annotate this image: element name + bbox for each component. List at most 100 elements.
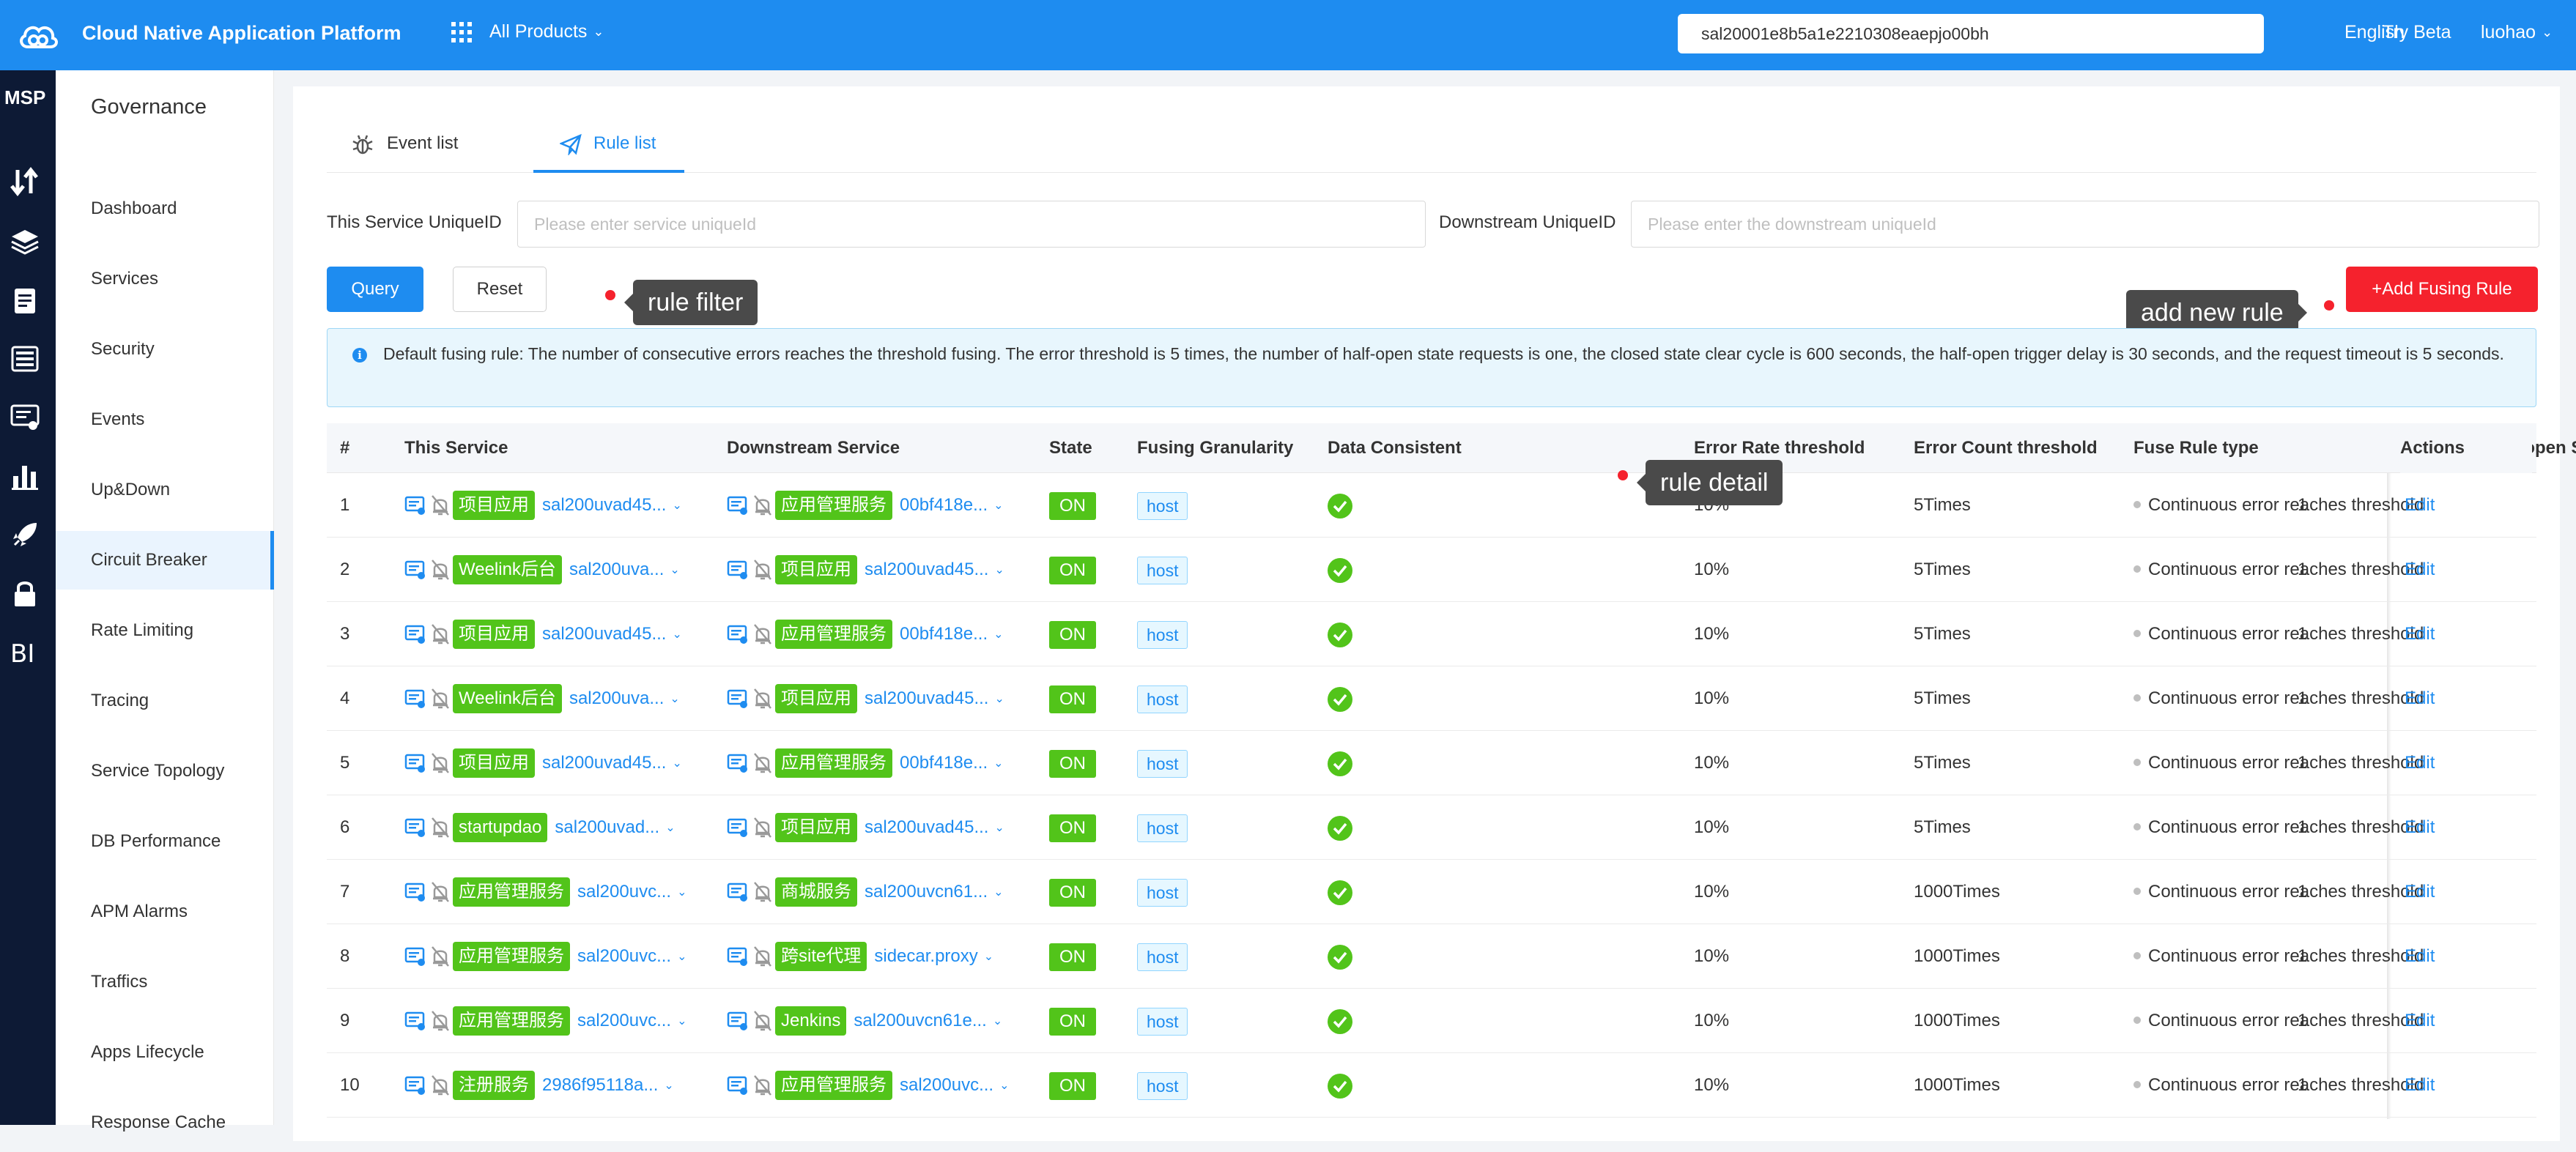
chevron-down-icon[interactable]: ⌄ bbox=[672, 498, 681, 513]
downstream-id-link[interactable]: 00bf418e... bbox=[900, 753, 988, 773]
chevron-down-icon[interactable]: ⌄ bbox=[993, 756, 1003, 770]
service-id-link[interactable]: sal200uvad... bbox=[555, 817, 659, 838]
service-monitor-icon[interactable] bbox=[727, 752, 749, 774]
grid-menu-icon[interactable] bbox=[451, 22, 472, 42]
upload-download-icon[interactable] bbox=[9, 166, 41, 198]
alarm-off-icon[interactable] bbox=[753, 688, 772, 710]
downstream-service-cell[interactable]: 商城服务 sal200uvcn61... ⌄ bbox=[727, 876, 1004, 908]
service-monitor-icon[interactable] bbox=[727, 494, 749, 516]
chevron-down-icon[interactable]: ⌄ bbox=[993, 498, 1003, 513]
service-monitor-icon[interactable] bbox=[727, 881, 749, 903]
downstream-id-link[interactable]: sal200uvad45... bbox=[865, 688, 988, 709]
service-monitor-icon[interactable] bbox=[727, 559, 749, 581]
service-id-link[interactable]: sal200uvad45... bbox=[542, 753, 666, 773]
add-fusing-rule-button[interactable]: +Add Fusing Rule bbox=[2346, 267, 2538, 312]
downstream-id-link[interactable]: sal200uvc... bbox=[900, 1075, 993, 1096]
sidebar-item-up-down[interactable]: Up&Down bbox=[56, 461, 274, 519]
downstream-service-cell[interactable]: 项目应用 sal200uvad45... ⌄ bbox=[727, 811, 1004, 844]
alarm-off-icon[interactable] bbox=[753, 494, 772, 516]
chevron-down-icon[interactable]: ⌄ bbox=[670, 691, 679, 706]
try-beta-link[interactable]: Try Beta bbox=[2383, 22, 2451, 43]
edit-link[interactable]: Edit bbox=[2405, 602, 2435, 666]
service-uniqueid-input[interactable]: Please enter service uniqueId bbox=[517, 201, 1426, 248]
downstream-id-link[interactable]: sal200uvcn61e... bbox=[854, 1011, 986, 1031]
downstream-id-link[interactable]: sidecar.proxy bbox=[874, 946, 977, 967]
chevron-down-icon[interactable]: ⌄ bbox=[677, 949, 686, 964]
cloud-logo-icon[interactable] bbox=[16, 16, 60, 54]
alarm-off-icon[interactable] bbox=[753, 1010, 772, 1032]
service-id-link[interactable]: sal200uva... bbox=[569, 560, 664, 580]
sidebar-item-circuit-breaker[interactable]: Circuit Breaker bbox=[56, 531, 274, 590]
clipboard-icon[interactable] bbox=[9, 284, 41, 316]
edit-link[interactable]: Edit bbox=[2405, 538, 2435, 602]
this-service-cell[interactable]: startupdao sal200uvad... ⌄ bbox=[404, 811, 676, 844]
chevron-down-icon[interactable]: ⌄ bbox=[672, 627, 681, 642]
edit-link[interactable]: Edit bbox=[2405, 473, 2435, 538]
edit-link[interactable]: Edit bbox=[2405, 795, 2435, 860]
sidebar-item-dashboard[interactable]: Dashboard bbox=[56, 179, 274, 238]
alarm-off-icon[interactable] bbox=[431, 559, 450, 581]
service-monitor-icon[interactable] bbox=[404, 623, 426, 645]
this-service-cell[interactable]: 注册服务 2986f95118a... ⌄ bbox=[404, 1069, 674, 1101]
edit-link[interactable]: Edit bbox=[2405, 860, 2435, 924]
downstream-uniqueid-input[interactable]: Please enter the downstream uniqueId bbox=[1631, 201, 2539, 248]
downstream-service-cell[interactable]: 应用管理服务 00bf418e... ⌄ bbox=[727, 489, 1004, 521]
reset-button[interactable]: Reset bbox=[453, 267, 547, 312]
this-service-cell[interactable]: 项目应用 sal200uvad45... ⌄ bbox=[404, 618, 682, 650]
service-monitor-icon[interactable] bbox=[727, 817, 749, 839]
add-rule-hotspot[interactable] bbox=[2324, 300, 2334, 311]
chevron-down-icon[interactable]: ⌄ bbox=[677, 1014, 686, 1028]
service-id-link[interactable]: sal200uvc... bbox=[577, 1011, 671, 1031]
rule-filter-hotspot[interactable] bbox=[605, 290, 615, 300]
sidebar-item-tracing[interactable]: Tracing bbox=[56, 672, 274, 730]
service-monitor-icon[interactable] bbox=[404, 494, 426, 516]
user-menu[interactable]: luohao ⌄ bbox=[2481, 22, 2553, 43]
sidebar-item-traffics[interactable]: Traffics bbox=[56, 953, 274, 1011]
sidebar-item-security[interactable]: Security bbox=[56, 320, 274, 379]
tab-rule-list[interactable]: Rule list bbox=[533, 132, 684, 173]
downstream-service-cell[interactable]: 应用管理服务 00bf418e... ⌄ bbox=[727, 618, 1004, 650]
alarm-off-icon[interactable] bbox=[753, 881, 772, 903]
service-id-link[interactable]: sal200uvc... bbox=[577, 946, 671, 967]
alarm-off-icon[interactable] bbox=[431, 881, 450, 903]
sidebar-item-rate-limiting[interactable]: Rate Limiting bbox=[56, 601, 274, 660]
this-service-cell[interactable]: 项目应用 sal200uvad45... ⌄ bbox=[404, 747, 682, 779]
rocket-icon[interactable] bbox=[9, 519, 41, 551]
chevron-down-icon[interactable]: ⌄ bbox=[664, 1078, 673, 1093]
downstream-service-cell[interactable]: 项目应用 sal200uvad45... ⌄ bbox=[727, 683, 1004, 715]
service-monitor-icon[interactable] bbox=[727, 1010, 749, 1032]
service-monitor-icon[interactable] bbox=[404, 688, 426, 710]
downstream-service-cell[interactable]: 项目应用 sal200uvad45... ⌄ bbox=[727, 554, 1004, 586]
sidebar-item-events[interactable]: Events bbox=[56, 390, 274, 449]
edit-link[interactable]: Edit bbox=[2405, 666, 2435, 731]
alarm-off-icon[interactable] bbox=[753, 1074, 772, 1096]
tab-event-list[interactable]: Event list bbox=[327, 132, 481, 173]
chevron-down-icon[interactable]: ⌄ bbox=[993, 627, 1003, 642]
service-monitor-icon[interactable] bbox=[727, 945, 749, 967]
app-title[interactable]: Cloud Native Application Platform bbox=[82, 22, 401, 45]
downstream-id-link[interactable]: 00bf418e... bbox=[900, 624, 988, 644]
sidebar-item-apps-lifecycle[interactable]: Apps Lifecycle bbox=[56, 1023, 274, 1082]
lock-icon[interactable] bbox=[9, 577, 41, 609]
chevron-down-icon[interactable]: ⌄ bbox=[993, 1014, 1002, 1028]
sidebar-item-response-cache[interactable]: Response Cache bbox=[56, 1093, 274, 1152]
search-input[interactable]: sal20001e8b5a1e2210308eaepjo00bh bbox=[1678, 14, 2264, 53]
alarm-off-icon[interactable] bbox=[431, 688, 450, 710]
this-service-cell[interactable]: 项目应用 sal200uvad45... ⌄ bbox=[404, 489, 682, 521]
sidebar-item-service-topology[interactable]: Service Topology bbox=[56, 742, 274, 800]
service-id-link[interactable]: sal200uva... bbox=[569, 688, 664, 709]
service-monitor-icon[interactable] bbox=[404, 817, 426, 839]
alarm-off-icon[interactable] bbox=[753, 559, 772, 581]
chevron-down-icon[interactable]: ⌄ bbox=[994, 691, 1004, 706]
query-button[interactable]: Query bbox=[327, 267, 423, 312]
edit-link[interactable]: Edit bbox=[2405, 731, 2435, 795]
service-id-link[interactable]: sal200uvc... bbox=[577, 882, 671, 902]
chevron-down-icon[interactable]: ⌄ bbox=[994, 820, 1004, 835]
service-id-link[interactable]: 2986f95118a... bbox=[542, 1075, 658, 1096]
service-monitor-icon[interactable] bbox=[727, 623, 749, 645]
edit-link[interactable]: Edit bbox=[2405, 924, 2435, 989]
this-service-cell[interactable]: Weelink后台 sal200uva... ⌄ bbox=[404, 683, 680, 715]
chevron-down-icon[interactable]: ⌄ bbox=[665, 820, 675, 835]
downstream-id-link[interactable]: sal200uvad45... bbox=[865, 817, 988, 838]
downstream-service-cell[interactable]: 应用管理服务 sal200uvc... ⌄ bbox=[727, 1069, 1009, 1101]
